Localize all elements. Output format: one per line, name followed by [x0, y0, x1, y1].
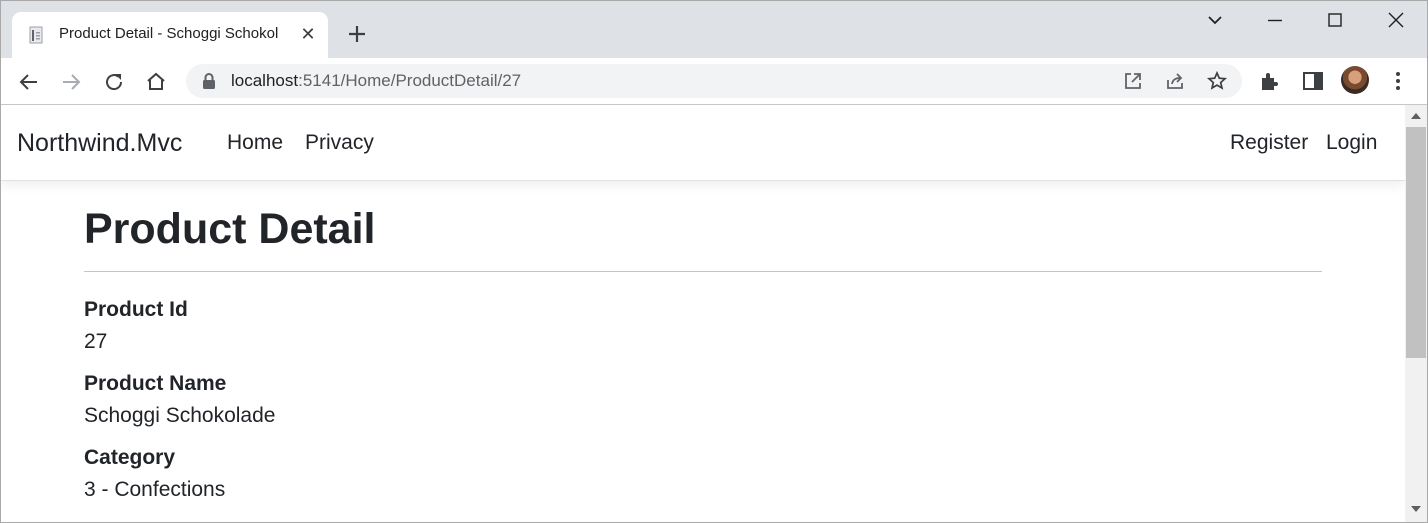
- url-text[interactable]: localhost:5141/Home/ProductDetail/27: [231, 71, 521, 91]
- forward-arrow-icon[interactable]: [57, 68, 85, 96]
- url-path: :5141/Home/ProductDetail/27: [298, 71, 522, 90]
- browser-toolbar: localhost:5141/Home/ProductDetail/27: [0, 58, 1428, 104]
- vertical-scrollbar[interactable]: [1405, 105, 1428, 522]
- nav-link-register[interactable]: Register: [1230, 131, 1308, 155]
- page-viewport: Northwind.Mvc Home Privacy Register Logi…: [1, 105, 1405, 522]
- more-vert-icon[interactable]: [1386, 69, 1410, 93]
- close-window-icon[interactable]: [1382, 8, 1410, 34]
- scroll-up-arrow-icon[interactable]: [1411, 113, 1421, 119]
- close-icon[interactable]: ✕: [297, 23, 319, 45]
- browser-tab-strip: Product Detail - Schoggi Schokol ✕: [0, 0, 1428, 58]
- star-icon[interactable]: [1206, 70, 1228, 92]
- field-value-product-id: 27: [84, 330, 108, 353]
- field-label-product-id: Product Id: [84, 298, 188, 321]
- site-navbar: Northwind.Mvc Home Privacy Register Logi…: [1, 105, 1405, 181]
- extensions-icon[interactable]: [1258, 69, 1282, 93]
- avatar[interactable]: [1341, 66, 1369, 94]
- page-title: Product Detail: [84, 205, 376, 253]
- nav-link-home[interactable]: Home: [227, 131, 283, 155]
- field-label-category: Category: [84, 446, 176, 469]
- share-icon[interactable]: [1164, 70, 1186, 92]
- browser-tab[interactable]: Product Detail - Schoggi Schokol ✕: [12, 12, 328, 58]
- url-host: localhost: [231, 71, 299, 90]
- maximize-icon[interactable]: [1321, 8, 1349, 34]
- tab-title: Product Detail - Schoggi Schokol: [59, 25, 279, 42]
- scroll-down-arrow-icon[interactable]: [1411, 506, 1421, 512]
- open-in-app-icon[interactable]: [1122, 70, 1144, 92]
- side-panel-icon[interactable]: [1301, 69, 1325, 93]
- field-label-product-name: Product Name: [84, 372, 227, 395]
- nav-link-login[interactable]: Login: [1326, 131, 1377, 155]
- address-bar[interactable]: localhost:5141/Home/ProductDetail/27: [186, 64, 1242, 98]
- minimize-icon[interactable]: [1261, 8, 1289, 34]
- brand-link[interactable]: Northwind.Mvc: [17, 129, 182, 158]
- nav-link-privacy[interactable]: Privacy: [305, 131, 374, 155]
- scrollbar-thumb[interactable]: [1406, 127, 1426, 358]
- lock-icon[interactable]: [202, 73, 216, 89]
- field-value-product-name: Schoggi Schokolade: [84, 404, 276, 427]
- field-value-category: 3 - Confections: [84, 478, 226, 501]
- main-content: Product Detail Product Id 27 Product Nam…: [84, 205, 1322, 501]
- title-divider: [84, 271, 1322, 272]
- home-icon[interactable]: [142, 68, 170, 96]
- back-arrow-icon[interactable]: [15, 68, 43, 96]
- reload-icon[interactable]: [100, 68, 128, 96]
- tab-favicon-icon: [29, 26, 43, 44]
- chevron-down-icon[interactable]: [1201, 8, 1229, 34]
- plus-icon[interactable]: [344, 21, 370, 47]
